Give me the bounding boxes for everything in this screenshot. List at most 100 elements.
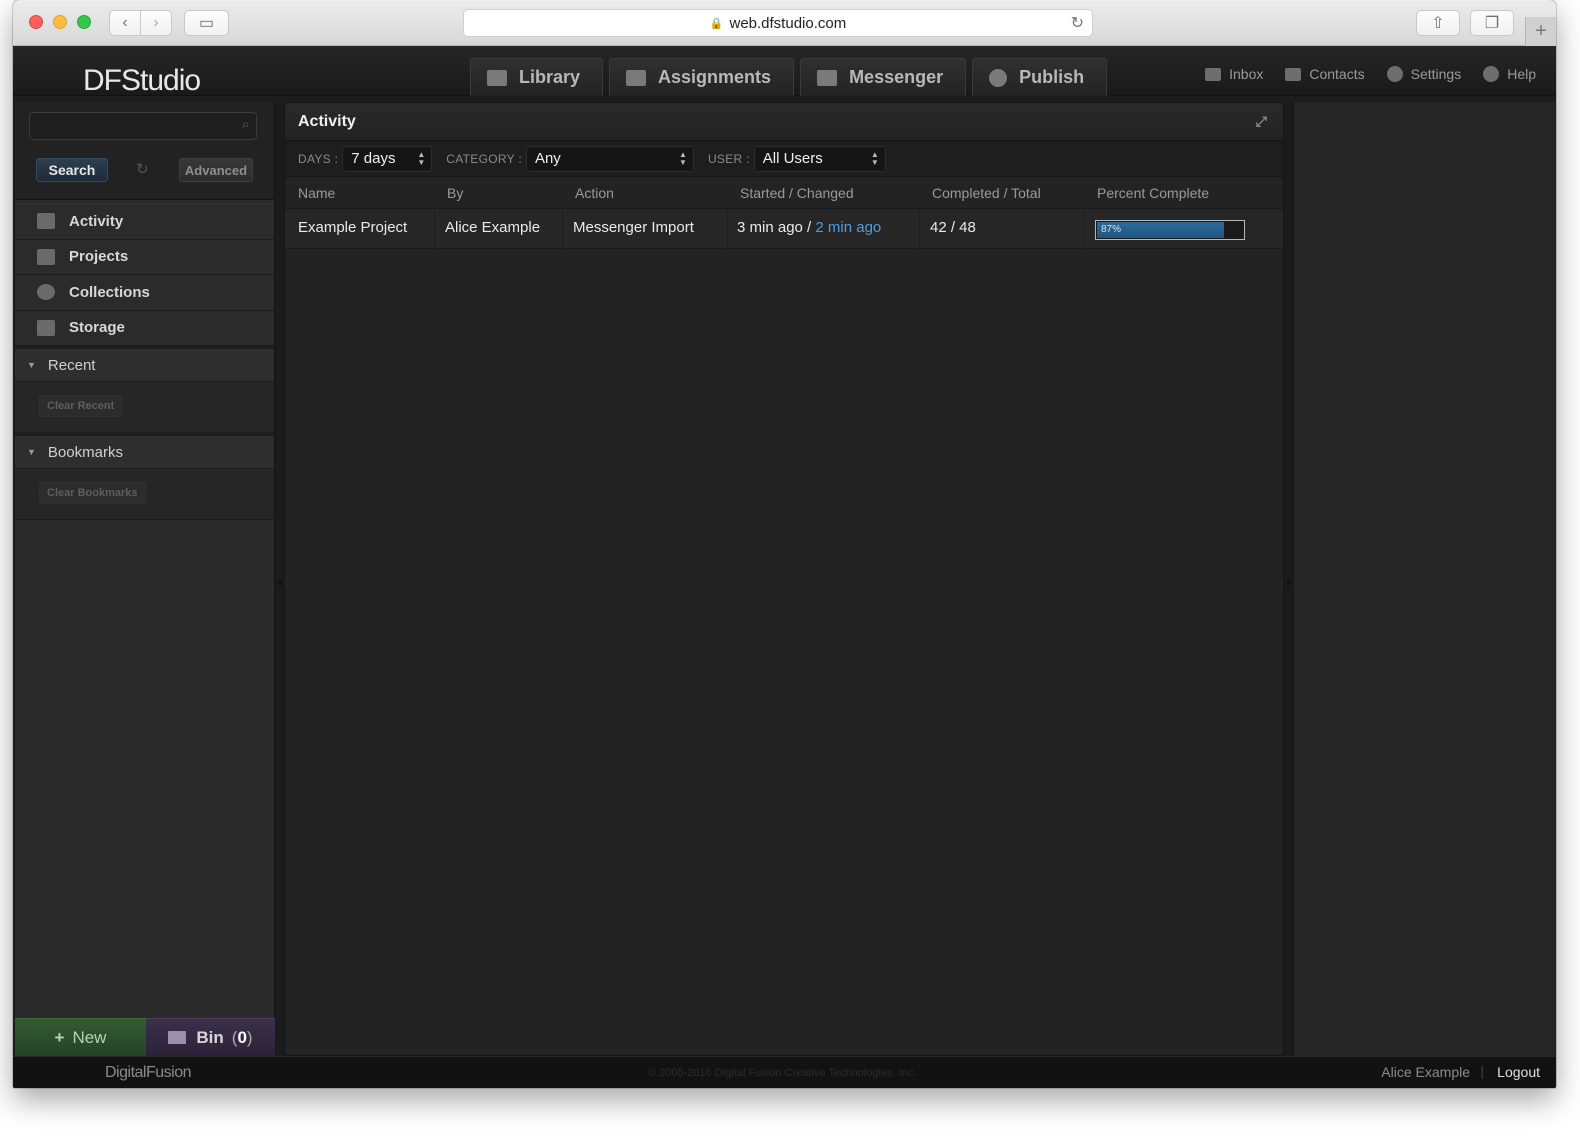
advanced-search-button[interactable]: Advanced: [179, 158, 253, 182]
contacts-label: Contacts: [1309, 66, 1365, 82]
sidebar-icon: ▭: [198, 15, 215, 32]
share-button[interactable]: ⇧: [1416, 10, 1460, 36]
column-header-percent-complete[interactable]: Percent Complete: [1097, 185, 1209, 201]
bin-button-label: Bin: [196, 1027, 224, 1047]
tab-publish[interactable]: Publish: [972, 58, 1108, 96]
bookmarks-section-header[interactable]: ▼ Bookmarks: [15, 433, 274, 469]
bin-count-value: 0: [237, 1027, 247, 1047]
database-icon: [37, 284, 55, 301]
bin-button[interactable]: Bin (0): [146, 1018, 275, 1056]
share-icon: ⇧: [1431, 15, 1445, 32]
recent-section: Clear Recent: [15, 382, 274, 433]
forward-button[interactable]: ›: [140, 10, 172, 36]
page-title: Activity: [298, 112, 356, 130]
column-header-started-changed[interactable]: Started / Changed: [740, 185, 854, 201]
expand-icon[interactable]: ⤢: [1256, 113, 1267, 130]
filter-bar: DAYS : 7 days ▲ ▼ CATEGORY : Any ▲ ▼ USER …: [285, 141, 1283, 177]
reload-icon[interactable]: ↻: [1071, 13, 1084, 33]
cell-started-changed: 3 min ago / 2 min ago: [737, 219, 881, 236]
started-time: 3 min ago: [737, 219, 803, 236]
cell-divider: [727, 209, 728, 249]
search-area: ⌕ Search ↻ Advanced: [15, 102, 274, 200]
footer: DigitalFusion © 2006-2016 Digital Fusion…: [13, 1056, 1556, 1088]
digitalfusion-logo[interactable]: DigitalFusion: [105, 1064, 191, 1082]
top-links: Inbox Contacts Settings Help: [1205, 66, 1536, 82]
tab-assignments[interactable]: Assignments: [609, 58, 795, 96]
column-header-by[interactable]: By: [447, 185, 463, 201]
panel-header: Activity ⤢: [285, 103, 1283, 141]
basket-icon: [168, 1031, 187, 1044]
recent-section-header[interactable]: ▼ Recent: [15, 346, 274, 382]
dfstudio-logo[interactable]: DFStudio: [83, 64, 201, 98]
minimize-window-button[interactable]: [53, 15, 67, 29]
sidebar-nav: Activity Projects Collections Storage: [15, 203, 274, 346]
user-select[interactable]: All Users ▲ ▼: [753, 145, 886, 172]
tabs-icon: ❐: [1484, 15, 1500, 32]
collapse-left-icon: ◀: [276, 578, 283, 587]
reset-search-icon[interactable]: ↻: [136, 160, 149, 178]
zoom-window-button[interactable]: [77, 15, 91, 29]
clear-recent-button[interactable]: Clear Recent: [39, 395, 123, 417]
column-header-name[interactable]: Name: [298, 185, 335, 201]
caret-down-icon: ▼: [27, 360, 36, 370]
app-header: DFStudio Library Assignments Messenger P…: [13, 46, 1556, 98]
tab-publish-label: Publish: [1019, 67, 1085, 87]
lock-icon: 🔒: [709, 17, 724, 30]
new-tab-button[interactable]: +: [1525, 17, 1556, 46]
bin-count: (0): [231, 1027, 253, 1047]
changed-time-link[interactable]: 2 min ago: [815, 219, 881, 236]
clear-bookmarks-button[interactable]: Clear Bookmarks: [39, 482, 146, 504]
tab-overview-button[interactable]: ❐: [1470, 10, 1514, 36]
tab-library[interactable]: Library: [470, 58, 604, 96]
sidebar-item-label: Projects: [69, 248, 129, 266]
caret-down-icon: ▼: [27, 447, 36, 457]
category-select[interactable]: Any ▲ ▼: [525, 145, 694, 172]
sidebar-item-label: Activity: [69, 212, 124, 230]
left-splitter[interactable]: ◀: [275, 102, 283, 1056]
cell-by: Alice Example: [445, 219, 541, 236]
cell-action: Messenger Import: [573, 219, 694, 236]
sidebar-item-storage[interactable]: Storage: [15, 310, 274, 346]
sidebar-item-label: Storage: [69, 319, 125, 337]
search-buttons: Search ↻ Advanced: [15, 140, 274, 182]
close-window-button[interactable]: [29, 15, 43, 29]
sidebar-item-collections[interactable]: Collections: [15, 275, 274, 311]
tab-messenger[interactable]: Messenger: [800, 58, 967, 96]
table-row[interactable]: Example Project Alice Example Messenger …: [285, 209, 1283, 249]
category-select-value: Any: [534, 150, 561, 167]
user-select-value: All Users: [762, 150, 823, 167]
column-header-completed-total[interactable]: Completed / Total: [932, 185, 1041, 201]
new-button[interactable]: + New: [15, 1018, 146, 1056]
tab-library-label: Library: [519, 67, 581, 87]
tab-messenger-label: Messenger: [849, 67, 944, 87]
help-link[interactable]: Help: [1483, 66, 1536, 82]
settings-link[interactable]: Settings: [1386, 66, 1461, 82]
search-input[interactable]: ⌕: [29, 112, 257, 140]
back-button[interactable]: ‹: [109, 10, 141, 36]
column-header-action[interactable]: Action: [575, 185, 614, 201]
select-arrows-icon: ▲ ▼: [870, 149, 879, 167]
recent-title: Recent: [47, 356, 96, 374]
inbox-link[interactable]: Inbox: [1205, 66, 1263, 82]
sidebar-item-projects[interactable]: Projects: [15, 239, 274, 275]
right-splitter[interactable]: ▶: [1285, 102, 1293, 1056]
logout-link[interactable]: Logout: [1497, 1064, 1540, 1080]
days-select-value: 7 days: [351, 150, 396, 167]
days-select[interactable]: 7 days ▲ ▼: [342, 145, 433, 172]
cell-divider: [919, 209, 920, 249]
contacts-icon: [1285, 67, 1302, 81]
cell-divider: [434, 209, 435, 249]
address-bar[interactable]: 🔒 web.dfstudio.com ↻: [463, 9, 1093, 37]
sidebar-bottom-bar: + New Bin (0): [15, 1018, 275, 1056]
search-button[interactable]: Search: [36, 158, 108, 182]
gear-icon: [1386, 66, 1403, 82]
days-filter-label: DAYS :: [298, 151, 339, 166]
sidebar-item-activity[interactable]: Activity: [15, 204, 274, 240]
main-tabs: Library Assignments Messenger Publish: [470, 58, 1113, 96]
category-filter-label: CATEGORY :: [446, 151, 522, 166]
sidebar-toggle-button[interactable]: ▭: [184, 10, 229, 36]
storage-icon: [37, 319, 55, 336]
footer-separator: |: [1480, 1063, 1484, 1079]
contacts-link[interactable]: Contacts: [1285, 66, 1365, 82]
footer-user-name[interactable]: Alice Example: [1381, 1064, 1470, 1080]
